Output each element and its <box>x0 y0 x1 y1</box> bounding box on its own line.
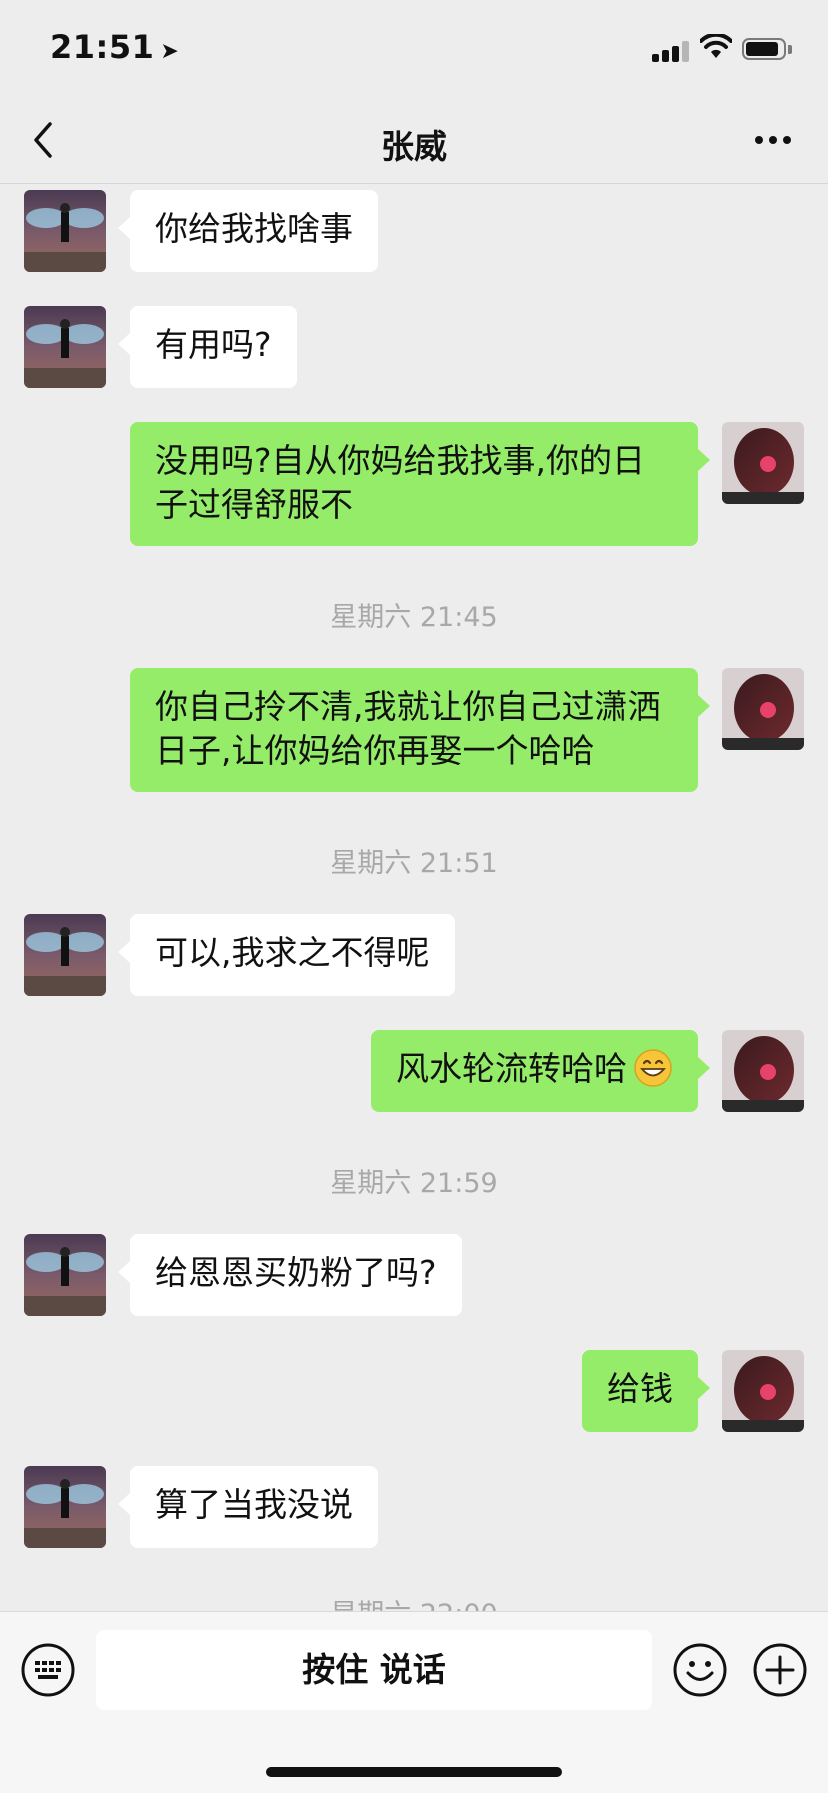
contact-avatar[interactable] <box>24 190 106 272</box>
chat-message-list[interactable]: 你给我找啥事 有用吗? 没用吗?自从你妈给我找事,你的日子过得舒服不 星期六 2… <box>0 184 828 1611</box>
keyboard-icon <box>21 1643 75 1697</box>
my-avatar-image <box>722 1030 804 1112</box>
incoming-message-bubble[interactable]: 有用吗? <box>118 306 297 388</box>
input-bar: 按住 说话 <box>0 1611 828 1793</box>
my-avatar-image <box>722 668 804 750</box>
message-text: 风水轮流转哈哈 <box>396 1049 627 1088</box>
chat-title: 张威 <box>381 127 447 166</box>
clock-text: 21:51 <box>50 28 155 66</box>
wifi-icon <box>700 34 732 58</box>
smiley-icon <box>673 1643 727 1697</box>
plus-circle-icon <box>753 1643 807 1697</box>
more-options-button[interactable] <box>748 118 798 162</box>
contact-avatar[interactable] <box>24 306 106 388</box>
contact-avatar-image <box>24 1234 106 1316</box>
contact-avatar[interactable] <box>24 1234 106 1316</box>
outgoing-message-bubble[interactable]: 风水轮流转哈哈 <box>371 1030 710 1112</box>
contact-avatar-image <box>24 190 106 272</box>
my-avatar[interactable] <box>722 422 804 504</box>
nav-bar: 张威 <box>0 100 828 184</box>
cellular-signal-icon <box>652 40 690 62</box>
my-avatar-image <box>722 1350 804 1432</box>
status-time: 21:51 ➤ <box>50 28 179 66</box>
incoming-message-bubble[interactable]: 给恩恩买奶粉了吗? <box>118 1234 462 1316</box>
my-avatar[interactable] <box>722 1350 804 1432</box>
contact-avatar-image <box>24 1466 106 1548</box>
incoming-message-bubble[interactable]: 你给我找啥事 <box>118 190 378 272</box>
contact-avatar[interactable] <box>24 1466 106 1548</box>
status-bar: 21:51 ➤ <box>0 0 828 100</box>
contact-avatar[interactable] <box>24 914 106 996</box>
grinning-face-icon <box>634 1049 672 1087</box>
ellipsis-icon <box>755 136 791 144</box>
location-arrow-icon: ➤ <box>160 39 180 64</box>
my-avatar[interactable] <box>722 1030 804 1112</box>
message-timestamp: 星期六 21:45 <box>330 602 498 633</box>
contact-avatar-image <box>24 914 106 996</box>
message-timestamp: 星期六 21:51 <box>330 848 498 879</box>
more-functions-button[interactable] <box>752 1642 808 1698</box>
hold-to-talk-button[interactable]: 按住 说话 <box>96 1630 652 1710</box>
message-timestamp: 星期六 22:00 <box>0 1592 828 1611</box>
incoming-message-bubble[interactable]: 可以,我求之不得呢 <box>118 914 455 996</box>
my-avatar-image <box>722 422 804 504</box>
battery-icon <box>742 38 792 62</box>
outgoing-message-bubble[interactable]: 你自己拎不清,我就让你自己过潇洒日子,让你妈给你再娶一个哈哈 <box>130 668 710 792</box>
incoming-message-bubble[interactable]: 算了当我没说 <box>118 1466 378 1548</box>
home-indicator[interactable] <box>266 1767 562 1777</box>
emoji-button[interactable] <box>672 1642 728 1698</box>
outgoing-message-bubble[interactable]: 没用吗?自从你妈给我找事,你的日子过得舒服不 <box>130 422 710 546</box>
message-timestamp: 星期六 21:59 <box>330 1168 498 1199</box>
keyboard-toggle-button[interactable] <box>20 1642 76 1698</box>
contact-avatar-image <box>24 306 106 388</box>
outgoing-message-bubble[interactable]: 给钱 <box>582 1350 710 1432</box>
my-avatar[interactable] <box>722 668 804 750</box>
